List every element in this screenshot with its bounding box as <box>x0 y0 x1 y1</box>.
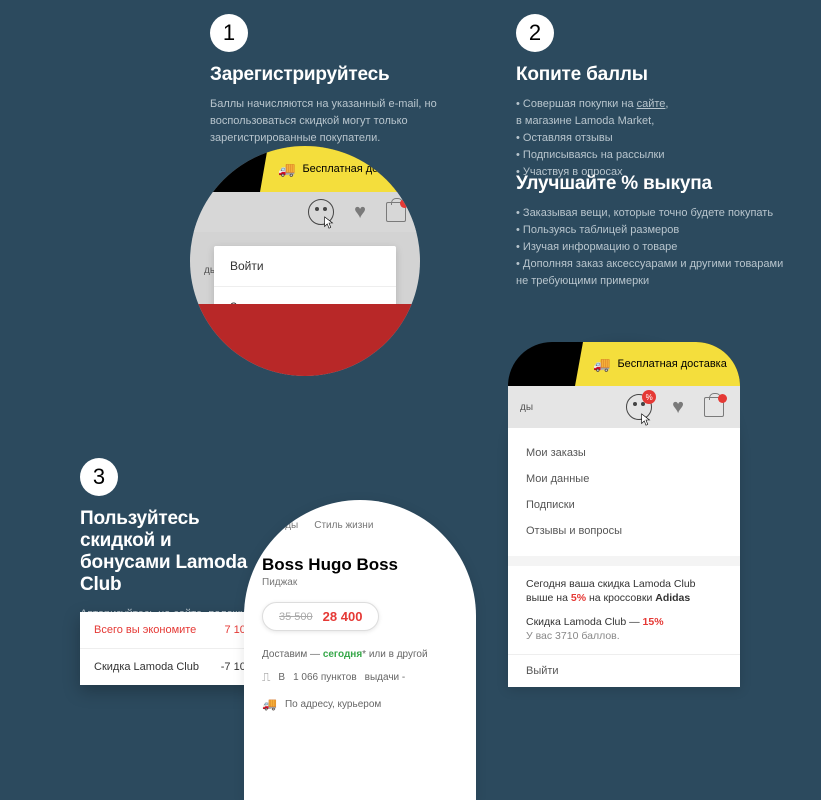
nav-tabs: Бренды Стиль жизни <box>244 500 476 541</box>
login-link[interactable]: Войти <box>214 246 396 287</box>
bullet-item: Пользуясь таблицей размеров <box>516 222 796 239</box>
truck-icon: 🚚 <box>593 356 610 373</box>
heart-icon[interactable]: ♥ <box>672 396 684 419</box>
step-2b-bullets: Заказывая вещи, которые точно будете пок… <box>516 205 796 273</box>
my-orders-link[interactable]: Мои заказы <box>526 440 722 466</box>
cart-icon[interactable] <box>704 397 724 417</box>
step-3-image: Бренды Стиль жизни Boss Hugo Boss Пиджак… <box>244 500 476 800</box>
step-2b-section: Улучшайте % выкупа Заказывая вещи, котор… <box>516 173 796 290</box>
club-info-block: Сегодня ваша скидка Lamoda Club выше на … <box>508 556 740 654</box>
subscriptions-link[interactable]: Подписки <box>526 492 722 518</box>
step-2-section: 2 Копите баллы Совершая покупки на сайте… <box>516 14 796 181</box>
step-3-badge: 3 <box>80 458 118 496</box>
delivery-info: Доставим — сегодня* или в другой <box>244 645 476 664</box>
discount-badge: % <box>642 390 656 404</box>
reviews-link[interactable]: Отзывы и вопросы <box>526 518 722 544</box>
product-title: Boss Hugo Boss <box>244 541 476 577</box>
cart-badge <box>718 394 727 403</box>
profile-icon[interactable] <box>308 199 334 225</box>
product-background <box>190 304 420 376</box>
account-menu: Мои заказы Мои данные Подписки Отзывы и … <box>508 428 740 556</box>
club-line3: Скидка Lamoda Club — 15% <box>526 616 722 628</box>
profile-icon[interactable]: % <box>626 394 652 420</box>
step-3-title: Пользуйтесь скидкой и бонусами Lamoda Cl… <box>80 508 260 596</box>
cursor-icon <box>639 413 653 427</box>
tab-brands[interactable]: Бренды <box>262 520 298 531</box>
cursor-icon <box>322 216 336 230</box>
courier-info: 🚚По адресу, курьером <box>244 691 476 717</box>
site-link[interactable]: сайте <box>637 98 666 110</box>
step-1-badge: 1 <box>210 14 248 52</box>
tab-lifestyle[interactable]: Стиль жизни <box>314 520 373 531</box>
step-2-image: 🚚 Бесплатная доставка ды % ♥ Мои заказы … <box>508 342 740 682</box>
bullet-item: Дополняя заказ аксессуарами и другими то… <box>516 256 796 273</box>
cart-badge <box>400 199 409 208</box>
pickup-info: ⎍В 1 066 пунктов выдачи - <box>244 664 476 691</box>
old-price: 35 500 <box>279 611 313 623</box>
savings-club-label: Скидка Lamoda Club <box>94 661 199 673</box>
club-line2: выше на 5% на кроссовки Adidas <box>526 592 722 604</box>
tab-fragment: ды <box>520 402 533 413</box>
savings-total-label: Всего вы экономите <box>94 624 196 636</box>
new-price: 28 400 <box>323 609 363 624</box>
step-1-title: Зарегистрируйтесь <box>210 64 440 86</box>
heart-icon[interactable]: ♥ <box>354 201 366 224</box>
step-2-title: Копите баллы <box>516 64 796 86</box>
club-points: У вас 3710 баллов. <box>526 630 722 642</box>
step-2-bullets: Совершая покупки на сайте, <box>516 96 796 113</box>
bullet-item: Подписываясь на рассылки <box>516 147 796 164</box>
hanger-icon: ⎍ <box>262 670 270 685</box>
step-2-badge: 2 <box>516 14 554 52</box>
logout-link[interactable]: Выйти <box>508 654 740 687</box>
bullet-item-cont: в магазине Lamoda Market, <box>516 113 796 130</box>
cart-icon[interactable] <box>386 202 406 222</box>
free-delivery-banner: 🚚 Бесплатная доставка <box>260 146 420 192</box>
product-subtitle: Пиджак <box>244 577 476 588</box>
truck-icon: 🚚 <box>262 697 277 711</box>
my-data-link[interactable]: Мои данные <box>526 466 722 492</box>
step-1-section: 1 Зарегистрируйтесь Баллы начисляются на… <box>210 14 440 147</box>
bullet-item: Изучая информацию о товаре <box>516 239 796 256</box>
club-line1: Сегодня ваша скидка Lamoda Club <box>526 578 722 590</box>
step-1-image: 🚚 Бесплатная доставка ды ♥ Войти Зарегис… <box>190 146 420 376</box>
step-1-text: Баллы начисляются на указанный e-mail, н… <box>210 96 440 147</box>
banner-text: Бесплатная доставка <box>302 163 411 175</box>
bullet-item: Заказывая вещи, которые точно будете пок… <box>516 205 796 222</box>
bullet-item: Совершая покупки на сайте, <box>516 96 796 113</box>
price-pill: 35 500 28 400 <box>262 602 379 631</box>
bullet-item: Оставляя отзывы <box>516 130 796 147</box>
banner-text: Бесплатная доставка <box>617 358 726 370</box>
truck-icon: 🚚 <box>278 161 295 178</box>
bullet-item-cont: не требующими примерки <box>516 273 796 290</box>
step-2b-title: Улучшайте % выкупа <box>516 173 796 195</box>
free-delivery-banner: 🚚 Бесплатная доставка <box>575 342 740 386</box>
